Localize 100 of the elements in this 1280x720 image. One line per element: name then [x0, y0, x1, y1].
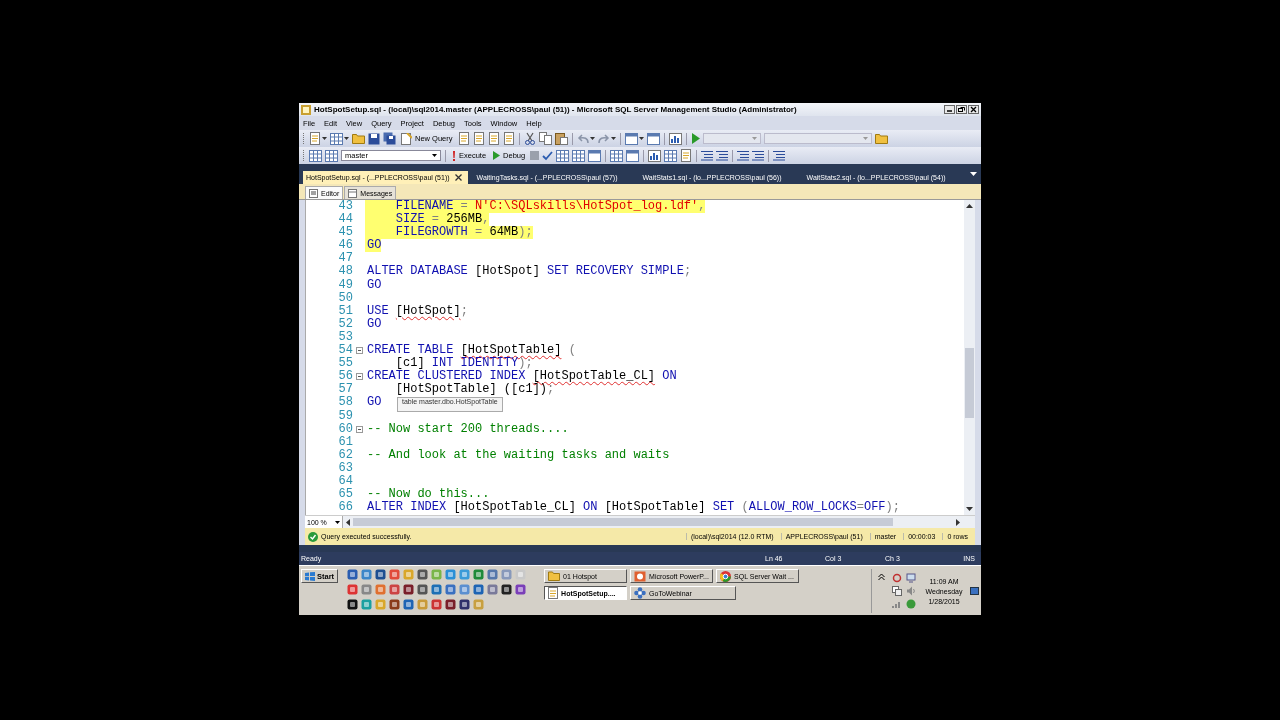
grid-icon[interactable]	[572, 149, 586, 162]
up-arrow-icon[interactable]	[966, 204, 973, 208]
scroll-thumb[interactable]	[965, 348, 974, 418]
save-all-icon[interactable]	[383, 132, 396, 145]
grid-icon[interactable]	[325, 149, 338, 162]
app-icon[interactable]	[501, 584, 513, 595]
document-icon	[401, 132, 412, 145]
document-icon[interactable]	[309, 132, 321, 145]
line-number: 57	[337, 383, 353, 397]
code-line: -- Now start 200 threads....	[366, 422, 569, 436]
window-icon[interactable]	[624, 132, 638, 145]
caret-icon[interactable]	[970, 172, 977, 176]
document-icon[interactable]	[487, 132, 500, 145]
lines-icon[interactable]	[701, 150, 714, 161]
app-icon[interactable]	[375, 569, 387, 580]
play-icon[interactable]	[690, 133, 700, 144]
line-number: 50	[337, 291, 353, 305]
collapse-icon[interactable]	[355, 373, 363, 381]
line-number: 53	[337, 330, 353, 344]
chevron-icon[interactable]	[878, 573, 885, 580]
line-number: 59	[337, 409, 353, 423]
scroll-thumb[interactable]	[353, 518, 893, 526]
line-number: 49	[337, 278, 353, 292]
signal-icon[interactable]	[892, 599, 902, 609]
document-icon	[548, 587, 559, 599]
caret-icon[interactable]	[344, 137, 349, 140]
line-number: 58	[337, 396, 353, 410]
restore-icon[interactable]	[956, 105, 967, 114]
down-arrow-icon[interactable]	[966, 507, 973, 511]
window-icon[interactable]	[646, 132, 660, 145]
line-number: 66	[337, 501, 353, 515]
lines-icon[interactable]	[752, 150, 765, 161]
lines-icon[interactable]	[716, 150, 729, 161]
dropdown-field[interactable]	[702, 133, 761, 144]
save-icon[interactable]	[368, 132, 380, 145]
window-icon[interactable]	[588, 149, 602, 162]
copy-icon[interactable]	[538, 132, 552, 145]
caret-icon[interactable]	[322, 137, 327, 140]
code-line: GO	[366, 317, 382, 331]
line-number: 54	[337, 344, 353, 358]
app-icon	[301, 104, 311, 115]
grid-icon[interactable]	[556, 149, 570, 162]
clipboard-icon[interactable]	[554, 132, 568, 145]
app-icon[interactable]	[445, 599, 457, 610]
vertical-scrollbar[interactable]	[964, 200, 975, 515]
code-line: -- Now do this...	[366, 488, 490, 502]
caret-icon	[751, 137, 757, 140]
lines-icon[interactable]	[737, 150, 750, 161]
minimize-icon[interactable]	[944, 105, 955, 114]
caret-icon[interactable]	[610, 137, 616, 140]
code-line: GO	[366, 396, 382, 410]
play-icon	[493, 151, 501, 160]
app-icon[interactable]	[403, 584, 415, 595]
left-arrow-icon[interactable]	[346, 518, 350, 526]
monitor-icon[interactable]	[906, 573, 916, 583]
folder-icon[interactable]	[874, 133, 888, 144]
right-arrow-icon[interactable]	[956, 518, 960, 526]
grid-icon[interactable]	[309, 149, 322, 162]
flower-icon	[634, 587, 647, 599]
caret-icon[interactable]	[638, 137, 644, 140]
code-line: GO	[366, 278, 382, 292]
app-icon[interactable]	[347, 599, 359, 610]
check-icon[interactable]	[542, 150, 554, 161]
line-number: 48	[337, 265, 353, 279]
grid-icon[interactable]	[664, 149, 678, 162]
windows-icon	[305, 571, 315, 581]
check-circle-icon	[308, 531, 318, 542]
line-number: 63	[337, 461, 353, 475]
chart-icon[interactable]	[648, 149, 662, 162]
line-number: 52	[337, 317, 353, 331]
caret-icon[interactable]	[589, 137, 595, 140]
dropdown-field[interactable]	[763, 133, 872, 144]
line-number: 46	[337, 239, 353, 253]
chart-icon[interactable]	[668, 132, 682, 145]
window-icon[interactable]	[626, 149, 640, 162]
close-icon[interactable]	[454, 174, 462, 181]
caret-icon	[432, 154, 437, 157]
lines-icon[interactable]	[773, 150, 786, 161]
document-icon[interactable]	[457, 132, 470, 145]
scissors-icon[interactable]	[523, 132, 536, 145]
collapse-icon[interactable]	[355, 425, 363, 433]
line-number: 62	[337, 448, 353, 462]
browser-icon	[720, 570, 732, 582]
code-line: [c1] INT IDENTITY);	[395, 357, 533, 371]
document-icon[interactable]	[502, 132, 515, 145]
folder-icon	[548, 571, 561, 581]
code-line: -- And look at the waiting tasks and waits	[366, 448, 670, 462]
volume-icon[interactable]	[906, 586, 916, 596]
close-icon[interactable]	[968, 105, 979, 114]
line-number: 43	[337, 200, 353, 213]
line-number: 47	[337, 252, 353, 266]
document-icon[interactable]	[680, 149, 693, 162]
grid-icon[interactable]	[610, 149, 624, 162]
document-icon[interactable]	[472, 132, 485, 145]
collapse-icon[interactable]	[355, 347, 363, 355]
show-desktop-icon[interactable]	[970, 587, 979, 595]
line-number: 55	[337, 357, 353, 371]
app-icon[interactable]	[459, 599, 471, 610]
caret-icon	[335, 520, 340, 524]
grid-icon[interactable]	[330, 132, 343, 145]
